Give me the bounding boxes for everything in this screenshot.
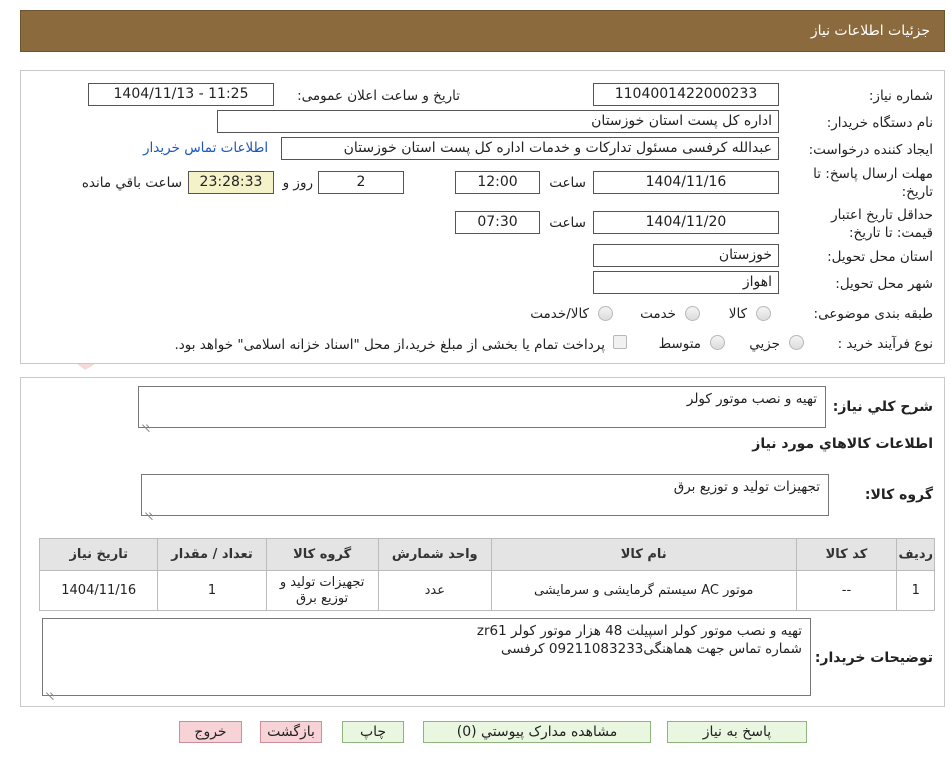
goods-group-text: تجهيزات توليد و توزيع برق: [673, 479, 820, 495]
buyer-notes-textarea[interactable]: تهیه و نصب موتور کولر اسپیلت 48 هزار موت…: [42, 618, 811, 696]
cell-row-number: 1: [896, 570, 935, 611]
summary-textarea[interactable]: تهيه و نصب موتور کولر: [138, 386, 826, 428]
col-quantity: تعداد / مقدار: [157, 538, 267, 571]
deadline-time-label: ساعت: [549, 175, 586, 191]
goods-group-label: گروه کالا:: [864, 487, 933, 503]
reply-button[interactable]: پاسخ به نياز: [667, 721, 807, 743]
cell-need-date: 1404/11/16: [38, 570, 159, 611]
process-option-minor: جزیي: [749, 336, 780, 352]
category-radio-both[interactable]: [598, 306, 613, 321]
col-goods-name: نام کالا: [490, 538, 797, 571]
days-remaining-field: 2: [318, 171, 404, 194]
table-row: 1 -- موتور AC سیستم گرمایشی و سرمایشی عد…: [38, 570, 935, 611]
category-radio-goods[interactable]: [756, 306, 771, 321]
time-remaining-field: 23:28:33: [188, 171, 274, 194]
requester-label: ایجاد کننده درخواست:: [808, 142, 933, 158]
validity-date-field: 1404/11/20: [593, 211, 779, 234]
cell-goods-group: تجهيزات توليد و توزيع برق: [265, 570, 379, 611]
buyer-notes-line-1: تهیه و نصب موتور کولر اسپیلت 48 هزار موت…: [476, 623, 802, 639]
summary-label: شرح کلي نياز:: [832, 399, 933, 415]
resize-grip-icon[interactable]: [142, 417, 150, 425]
treasury-payment-checkbox[interactable]: [613, 335, 627, 349]
announce-datetime-label: تاریخ و ساعت اعلان عمومی:: [297, 88, 460, 104]
process-type-label: نوع فرآیند خرید :: [837, 336, 933, 352]
col-unit: واحد شمارش: [377, 538, 492, 571]
view-attachments-button[interactable]: مشاهده مدارک پيوستي (0): [423, 721, 651, 743]
col-row-number: رديف: [896, 538, 935, 571]
category-option-goods: کالا: [728, 306, 747, 322]
city-field: اهواز: [593, 271, 779, 294]
need-number-field: 1104001422000233: [593, 83, 779, 106]
validity-time-field: 07:30: [455, 211, 540, 234]
goods-table: رديف کد کالا نام کالا واحد شمارش گروه کا…: [38, 538, 935, 611]
col-goods-group: گروه کالا: [265, 538, 379, 571]
goods-info-title: اطلاعات کالاهاي مورد نياز: [752, 436, 933, 452]
city-label: شهر محل تحویل:: [835, 276, 933, 292]
cell-goods-code: --: [795, 570, 898, 611]
col-goods-code: کد کالا: [795, 538, 898, 571]
category-option-service: خدمت: [640, 306, 676, 322]
requester-field: عبدالله کرفسی مسئول تدارکات و خدمات ادار…: [281, 137, 779, 160]
deadline-time-field: 12:00: [455, 171, 540, 194]
days-label: روز و: [282, 175, 313, 191]
cell-unit: عدد: [377, 570, 492, 611]
province-label: استان محل تحویل:: [827, 249, 933, 265]
province-field: خوزستان: [593, 244, 779, 267]
cell-quantity: 1: [157, 570, 267, 611]
exit-button[interactable]: خروج: [179, 721, 242, 743]
process-radio-medium[interactable]: [710, 335, 725, 350]
print-button[interactable]: چاپ: [342, 721, 404, 743]
announce-datetime-field: 1404/11/13 - 11:25: [88, 83, 274, 106]
resize-grip-icon[interactable]: [46, 685, 54, 693]
deadline-date-field: 1404/11/16: [593, 171, 779, 194]
cell-goods-name: موتور AC سیستم گرمایشی و سرمایشی: [490, 570, 797, 611]
validity-time-label: ساعت: [549, 215, 586, 231]
table-header-row: رديف کد کالا نام کالا واحد شمارش گروه کا…: [38, 538, 935, 571]
process-radio-minor[interactable]: [789, 335, 804, 350]
treasury-payment-note: پرداخت تمام یا بخشی از مبلغ خرید،از محل …: [174, 337, 605, 353]
category-option-both: کالا/خدمت: [530, 306, 589, 322]
need-number-label: شماره نیاز:: [868, 88, 933, 104]
process-option-medium: متوسط: [658, 336, 701, 352]
buyer-org-label: نام دستگاه خریدار:: [826, 115, 933, 131]
validity-label: حداقل تاریخ اعتبار: [831, 207, 933, 223]
time-remaining-label: ساعت باقي مانده: [81, 175, 182, 191]
goods-group-textarea[interactable]: تجهيزات توليد و توزيع برق: [141, 474, 829, 516]
category-radio-service[interactable]: [685, 306, 700, 321]
buyer-contact-link[interactable]: اطلاعات تماس خریدار: [143, 140, 268, 156]
resize-grip-icon[interactable]: [145, 505, 153, 513]
buyer-notes-line-2: شماره تماس جهت هماهنگی09211083233 کرفسی: [500, 641, 802, 657]
page-title: جزئیات اطلاعات نیاز: [810, 23, 930, 39]
category-label: طبقه بندی موضوعی:: [813, 306, 933, 322]
deadline-label: مهلت ارسال پاسخ: تا: [813, 166, 933, 182]
validity-label-2: قیمت: تا تاریخ:: [849, 225, 933, 241]
deadline-label-2: تاریخ:: [901, 184, 933, 200]
buyer-org-field: اداره کل پست استان خوزستان: [217, 110, 779, 133]
back-button[interactable]: بازگشت: [260, 721, 322, 743]
page-header: جزئیات اطلاعات نیاز: [20, 10, 945, 52]
buyer-notes-label: توضيحات خريدار:: [814, 650, 933, 666]
summary-text: تهيه و نصب موتور کولر: [686, 391, 817, 407]
col-need-date: تاريخ نياز: [38, 538, 159, 571]
